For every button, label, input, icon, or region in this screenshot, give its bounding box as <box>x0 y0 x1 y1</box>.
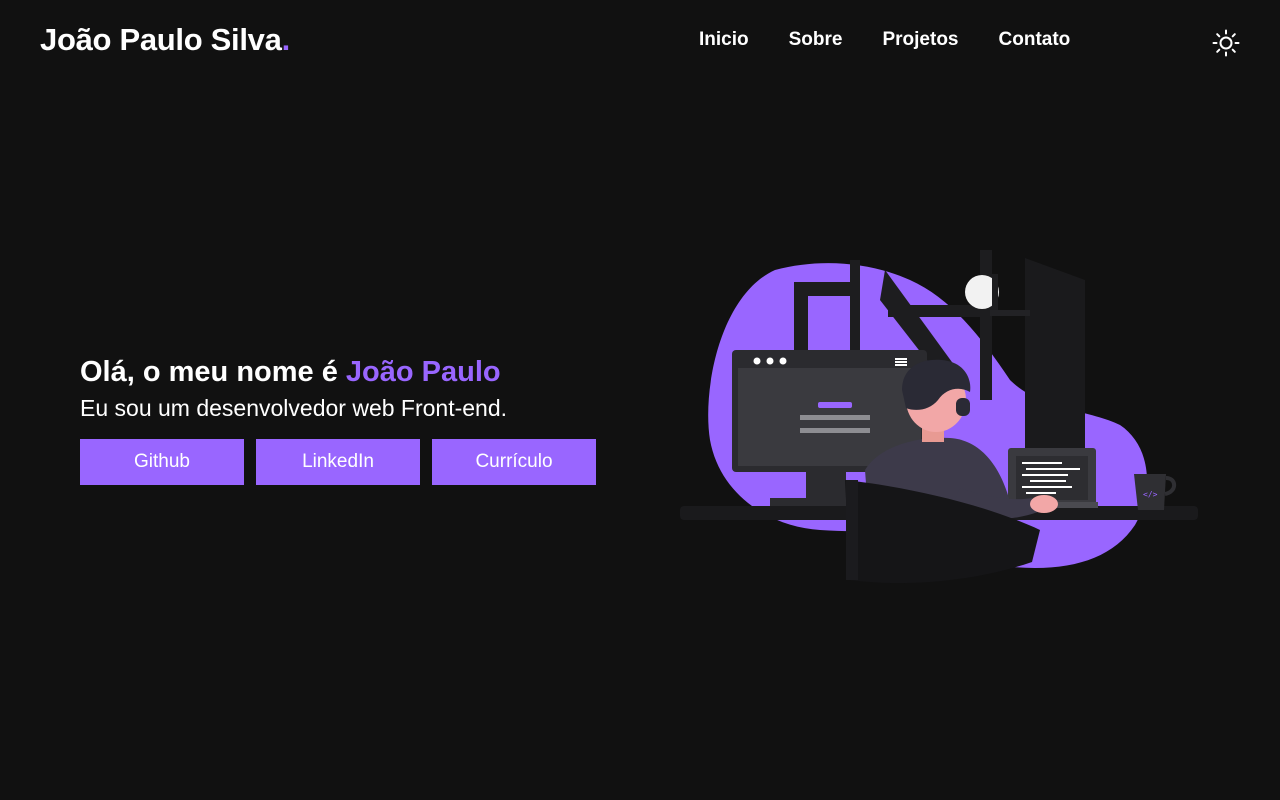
nav-link-inicio[interactable]: Inicio <box>699 29 749 51</box>
curriculo-button[interactable]: Currículo <box>432 439 596 485</box>
hero-subtitle: Eu sou um desenvolvedor web Front-end. <box>80 395 508 421</box>
logo-dot: . <box>281 22 291 57</box>
hero-greeting: Olá, o meu nome é <box>80 356 346 388</box>
developer-illustration: </> <box>680 240 1210 600</box>
nav-link-projetos[interactable]: Projetos <box>882 29 958 51</box>
linkedin-button[interactable]: LinkedIn <box>256 439 420 485</box>
hero-name: João Paulo <box>345 356 501 388</box>
logo-text: João Paulo Silva <box>40 22 282 57</box>
main-nav: Inicio Sobre Projetos Contato <box>699 29 1110 51</box>
hero-intro: Olá, o meu nome é João Paulo Eu sou um d… <box>80 354 640 422</box>
site-logo[interactable]: João Paulo Silva. <box>40 22 290 58</box>
hero-title: Olá, o meu nome é João Paulo <box>80 354 640 390</box>
svg-text:</>: </> <box>1143 490 1158 499</box>
sun-icon <box>1212 29 1240 57</box>
site-header: João Paulo Silva. Inicio Sobre Projetos … <box>0 0 1280 82</box>
nav-link-contato[interactable]: Contato <box>999 29 1071 51</box>
github-button[interactable]: Github <box>80 439 244 485</box>
hero-buttons: Github LinkedIn Currículo <box>80 439 596 485</box>
developer-at-desk-illustration: </> <box>680 250 1198 584</box>
nav-link-sobre[interactable]: Sobre <box>789 29 843 51</box>
theme-toggle-button[interactable] <box>1211 28 1241 58</box>
